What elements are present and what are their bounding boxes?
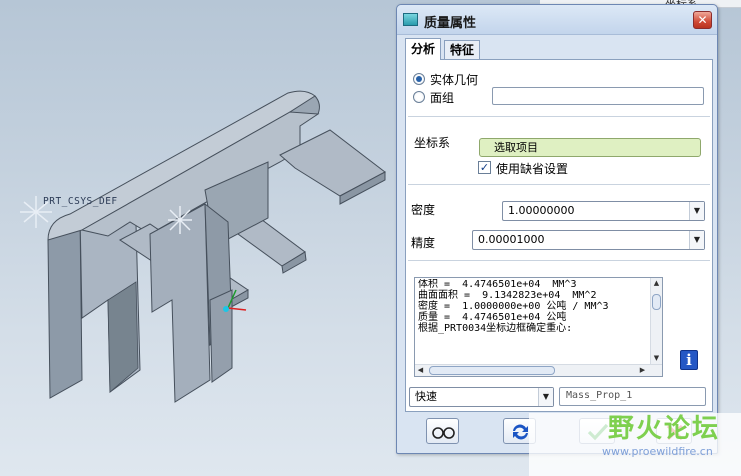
dialog-titlebar[interactable]: 质量属性 ✕ bbox=[397, 5, 717, 35]
scroll-thumb[interactable] bbox=[429, 366, 555, 375]
results-textarea[interactable]: 体积 = 4.4746501e+04 MM^3 曲面面积 = 9.1342823… bbox=[414, 277, 663, 377]
use-default-checkbox[interactable]: ✓ bbox=[478, 161, 491, 174]
preview-button[interactable] bbox=[426, 418, 459, 444]
scroll-right-icon[interactable]: ▶ bbox=[637, 365, 648, 376]
tab-analysis[interactable]: 分析 bbox=[405, 38, 442, 60]
result-density: 密度 = 1.0000000e+00 公吨 / MM^3 bbox=[418, 301, 609, 312]
chevron-down-icon[interactable]: ▼ bbox=[689, 231, 704, 249]
results-text: 体积 = 4.4746501e+04 MM^3 曲面面积 = 9.1342823… bbox=[418, 279, 650, 363]
close-button[interactable]: ✕ bbox=[693, 11, 712, 29]
results-horizontal-scrollbar[interactable]: ◀ ▶ bbox=[415, 364, 662, 376]
watermark-url: www.proewildfire.cn bbox=[602, 445, 713, 458]
tab-feature[interactable]: 特征 bbox=[444, 40, 481, 60]
density-label: 密度 bbox=[411, 203, 436, 217]
scroll-down-icon[interactable]: ▼ bbox=[651, 353, 662, 364]
close-icon: ✕ bbox=[697, 13, 708, 27]
csys-selector[interactable]: 选取项目 bbox=[479, 138, 701, 157]
result-mass: 质量 = 4.4746501e+04 公吨 bbox=[418, 312, 567, 323]
accuracy-label: 精度 bbox=[411, 236, 436, 250]
chevron-down-icon[interactable]: ▼ bbox=[689, 202, 704, 220]
radio-solid-geometry-label: 实体几何 bbox=[430, 73, 479, 87]
chevron-down-icon[interactable]: ▼ bbox=[538, 388, 553, 406]
mode-select[interactable]: 快速 ▼ bbox=[409, 387, 554, 407]
mass-properties-dialog: 质量属性 ✕ 分析 特征 实体几何 面组 坐标系 选取项目 ✓ 使用缺省设置 密… bbox=[396, 4, 718, 454]
quilt-input[interactable] bbox=[492, 87, 704, 105]
csys-label: PRT_CSYS_DEF bbox=[43, 196, 118, 207]
result-volume: 体积 = 4.4746501e+04 MM^3 bbox=[418, 279, 577, 290]
radio-quilt[interactable] bbox=[413, 91, 425, 103]
radio-solid-geometry[interactable] bbox=[413, 73, 425, 85]
scroll-up-icon[interactable]: ▲ bbox=[651, 278, 662, 289]
density-combo[interactable]: 1.00000000 ▼ bbox=[502, 201, 705, 221]
mode-value: 快速 bbox=[415, 390, 437, 403]
accuracy-value: 0.00001000 bbox=[478, 233, 545, 246]
analysis-name-input[interactable]: Mass_Prop_1 bbox=[559, 387, 706, 406]
info-icon[interactable]: i bbox=[680, 350, 698, 370]
watermark-title: 野火论坛 bbox=[608, 414, 721, 444]
scroll-left-icon[interactable]: ◀ bbox=[415, 365, 426, 376]
dialog-title: 质量属性 bbox=[424, 16, 477, 31]
accuracy-combo[interactable]: 0.00001000 ▼ bbox=[472, 230, 705, 250]
divider bbox=[408, 260, 710, 261]
results-vertical-scrollbar[interactable]: ▲ ▼ bbox=[650, 278, 662, 364]
density-value: 1.00000000 bbox=[508, 204, 575, 217]
use-default-label: 使用缺省设置 bbox=[496, 162, 569, 176]
radio-quilt-label: 面组 bbox=[430, 91, 455, 105]
glasses-icon bbox=[432, 427, 455, 439]
app-icon bbox=[403, 13, 418, 26]
csys-field-label: 坐标系 bbox=[414, 136, 451, 150]
divider bbox=[408, 184, 710, 185]
divider bbox=[408, 116, 710, 117]
result-center-of-gravity: 根据_PRT0034坐标边框确定重心: bbox=[418, 323, 573, 334]
scroll-thumb[interactable] bbox=[652, 294, 661, 310]
result-surface-area: 曲面面积 = 9.1342823e+04 MM^2 bbox=[418, 290, 597, 301]
